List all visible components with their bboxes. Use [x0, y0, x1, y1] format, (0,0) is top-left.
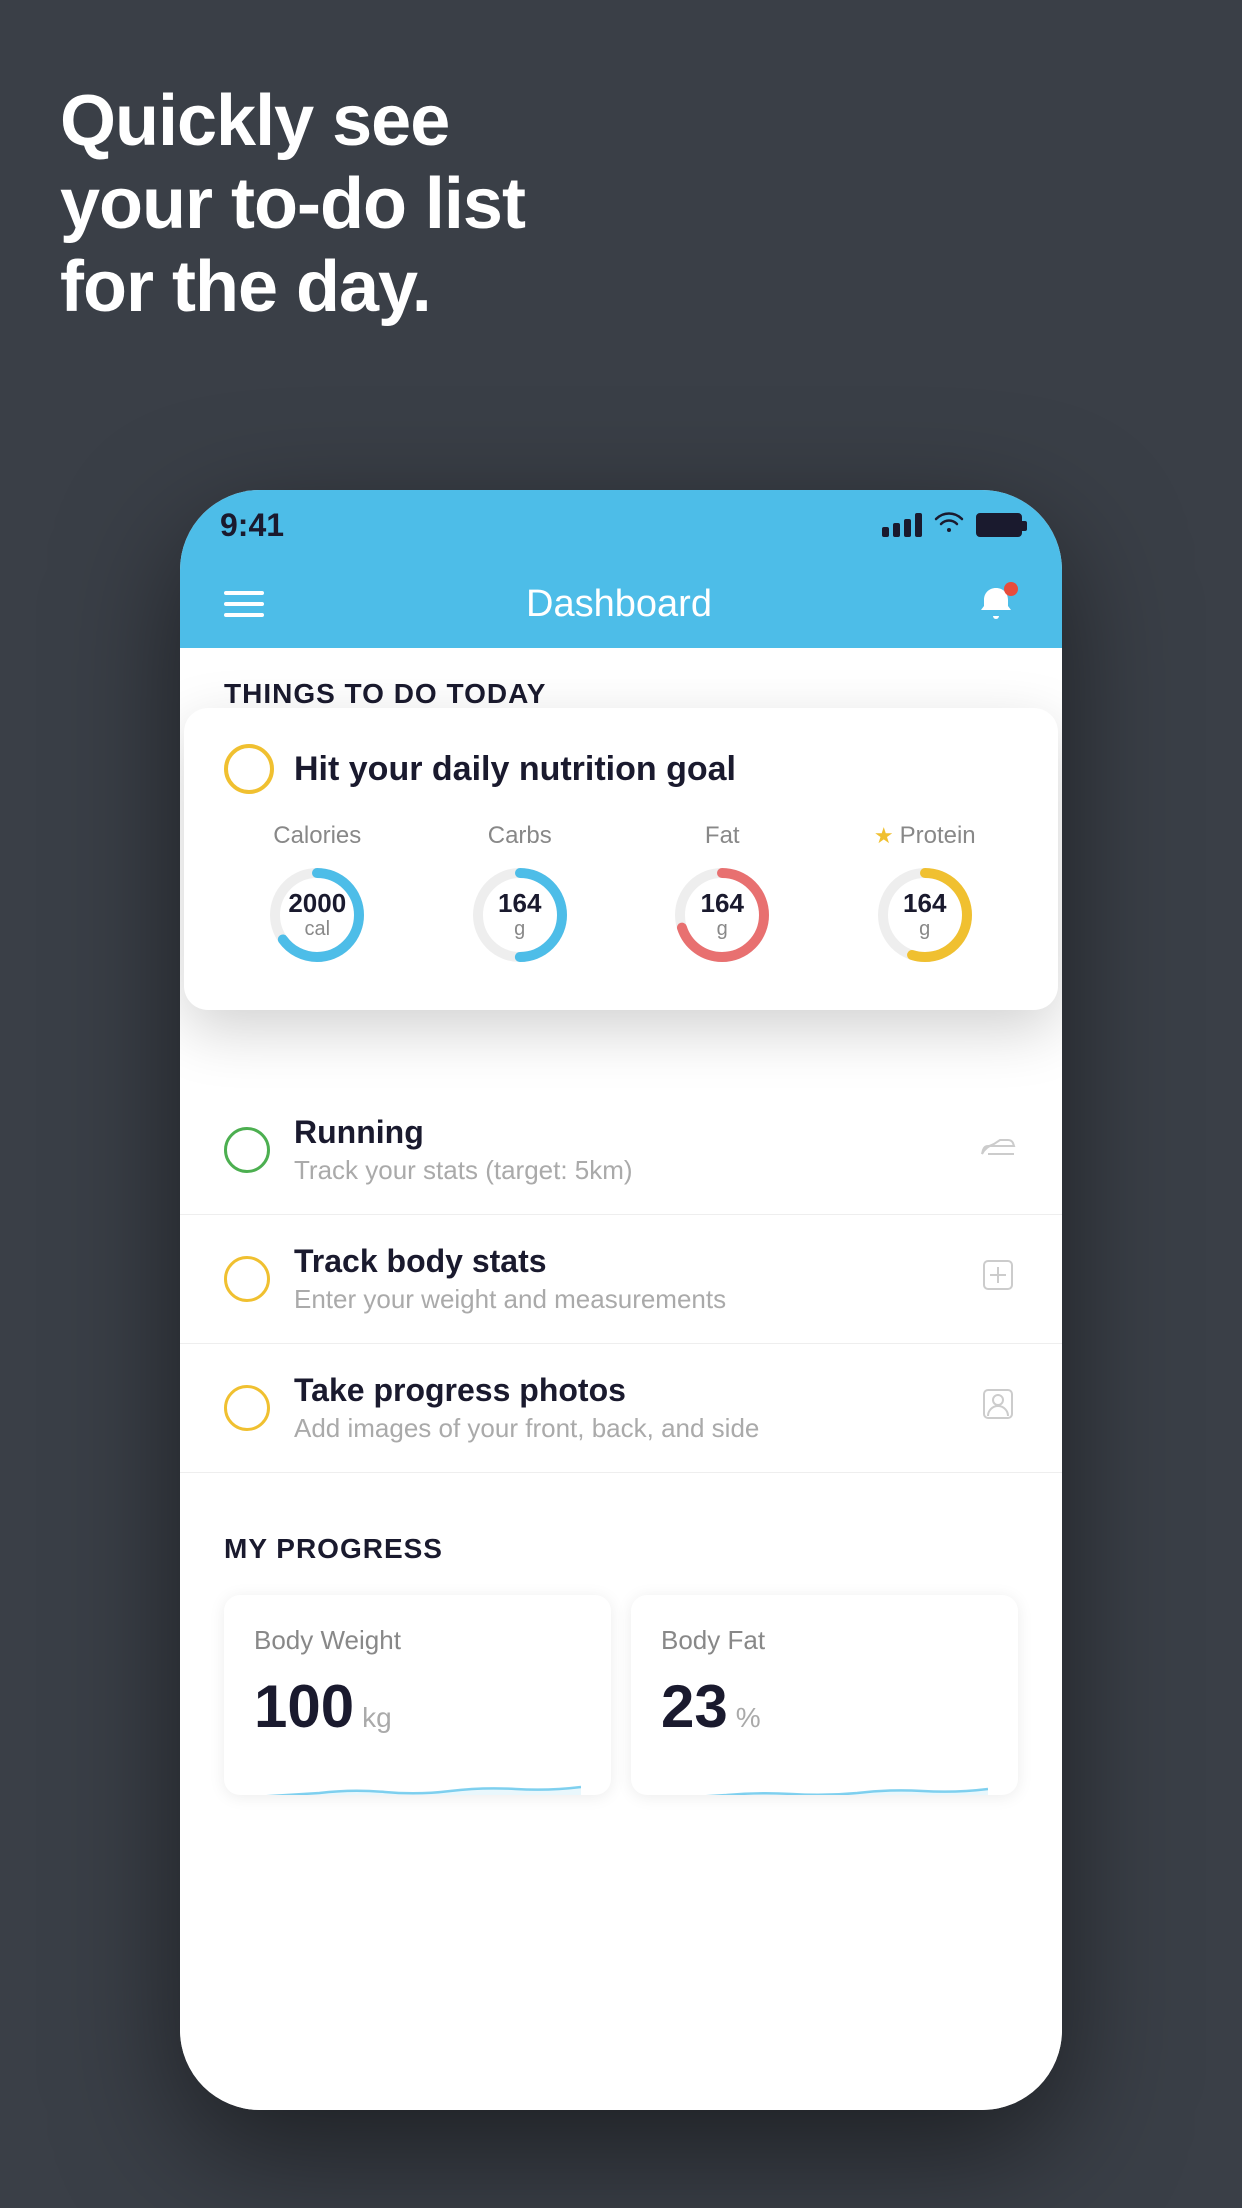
- scale-icon: [978, 1255, 1018, 1304]
- body-stats-title: Track body stats: [294, 1243, 978, 1280]
- fat-label: Fat: [705, 822, 740, 850]
- carbs-center: 164 g: [498, 889, 541, 941]
- calories-center: 2000 cal: [288, 889, 346, 941]
- body-weight-chart: [254, 1757, 581, 1795]
- fat-donut: 164 g: [667, 860, 777, 970]
- signal-icon: [882, 513, 922, 537]
- phone-frame: 9:41 Dashboard: [180, 490, 1062, 2110]
- body-fat-unit: %: [736, 1702, 761, 1734]
- running-shoe-icon: [978, 1126, 1018, 1175]
- progress-section: MY PROGRESS Body Weight 100 kg: [180, 1493, 1062, 1815]
- battery-icon: [976, 513, 1022, 537]
- protein-star-icon: ★: [874, 823, 894, 849]
- running-title: Running: [294, 1114, 978, 1151]
- photos-text: Take progress photos Add images of your …: [294, 1372, 978, 1444]
- body-fat-title: Body Fat: [661, 1625, 988, 1656]
- nav-bar: Dashboard: [180, 560, 1062, 648]
- todo-item-running[interactable]: Running Track your stats (target: 5km): [180, 1086, 1062, 1215]
- body-fat-chart: [661, 1757, 988, 1795]
- body-fat-value: 23: [661, 1672, 728, 1741]
- nutrition-fat: Fat 164 g: [629, 822, 816, 970]
- fat-value: 164: [701, 889, 744, 918]
- body-stats-subtitle: Enter your weight and measurements: [294, 1284, 978, 1315]
- person-icon: [978, 1384, 1018, 1433]
- photos-circle: [224, 1385, 270, 1431]
- hero-title: Quickly see your to-do list for the day.: [60, 80, 525, 328]
- nutrition-grid: Calories 2000 cal Carbs: [224, 822, 1018, 970]
- body-stats-text: Track body stats Enter your weight and m…: [294, 1243, 978, 1315]
- nutrition-calories: Calories 2000 cal: [224, 822, 411, 970]
- hamburger-menu[interactable]: [224, 591, 264, 617]
- protein-value: 164: [903, 889, 946, 918]
- carbs-label: Carbs: [488, 822, 552, 850]
- body-weight-value: 100: [254, 1672, 354, 1741]
- carbs-unit: g: [498, 918, 541, 941]
- card-task-row: Hit your daily nutrition goal: [224, 744, 1018, 794]
- fat-center: 164 g: [701, 889, 744, 941]
- bell-button[interactable]: [974, 582, 1018, 626]
- calories-unit: cal: [288, 918, 346, 941]
- calories-label: Calories: [273, 822, 361, 850]
- carbs-value: 164: [498, 889, 541, 918]
- status-time: 9:41: [220, 507, 284, 544]
- calories-donut: 2000 cal: [262, 860, 372, 970]
- running-subtitle: Track your stats (target: 5km): [294, 1155, 978, 1186]
- body-weight-value-row: 100 kg: [254, 1672, 581, 1741]
- protein-unit: g: [903, 918, 946, 941]
- bell-notification-dot: [1004, 582, 1018, 596]
- calories-value: 2000: [288, 889, 346, 918]
- protein-label: Protein: [900, 822, 976, 850]
- card-task-title: Hit your daily nutrition goal: [294, 750, 736, 789]
- status-bar: 9:41: [180, 490, 1062, 560]
- running-text: Running Track your stats (target: 5km): [294, 1114, 978, 1186]
- body-weight-unit: kg: [362, 1702, 392, 1734]
- wifi-icon: [934, 510, 964, 541]
- running-circle: [224, 1127, 270, 1173]
- protein-label-row: ★ Protein: [874, 822, 976, 850]
- protein-donut: 164 g: [870, 860, 980, 970]
- body-weight-card[interactable]: Body Weight 100 kg: [224, 1595, 611, 1795]
- todo-item-photos[interactable]: Take progress photos Add images of your …: [180, 1344, 1062, 1473]
- task-circle-check[interactable]: [224, 744, 274, 794]
- todo-list: Running Track your stats (target: 5km) T…: [180, 1086, 1062, 1473]
- body-weight-title: Body Weight: [254, 1625, 581, 1656]
- body-fat-card[interactable]: Body Fat 23 %: [631, 1595, 1018, 1795]
- body-stats-circle: [224, 1256, 270, 1302]
- photos-title: Take progress photos: [294, 1372, 978, 1409]
- todo-item-body-stats[interactable]: Track body stats Enter your weight and m…: [180, 1215, 1062, 1344]
- nav-title: Dashboard: [526, 583, 712, 626]
- body-fat-value-row: 23 %: [661, 1672, 988, 1741]
- progress-header: MY PROGRESS: [224, 1533, 1018, 1565]
- nutrition-carbs: Carbs 164 g: [427, 822, 614, 970]
- status-icons: [882, 510, 1022, 541]
- app-content: THINGS TO DO TODAY Hit your daily nutrit…: [180, 648, 1062, 2110]
- carbs-donut: 164 g: [465, 860, 575, 970]
- fat-unit: g: [701, 918, 744, 941]
- photos-subtitle: Add images of your front, back, and side: [294, 1413, 978, 1444]
- protein-center: 164 g: [903, 889, 946, 941]
- nutrition-card: Hit your daily nutrition goal Calories 2…: [184, 708, 1058, 1010]
- progress-cards: Body Weight 100 kg Body Fat: [224, 1595, 1018, 1795]
- nutrition-protein: ★ Protein 164 g: [832, 822, 1019, 970]
